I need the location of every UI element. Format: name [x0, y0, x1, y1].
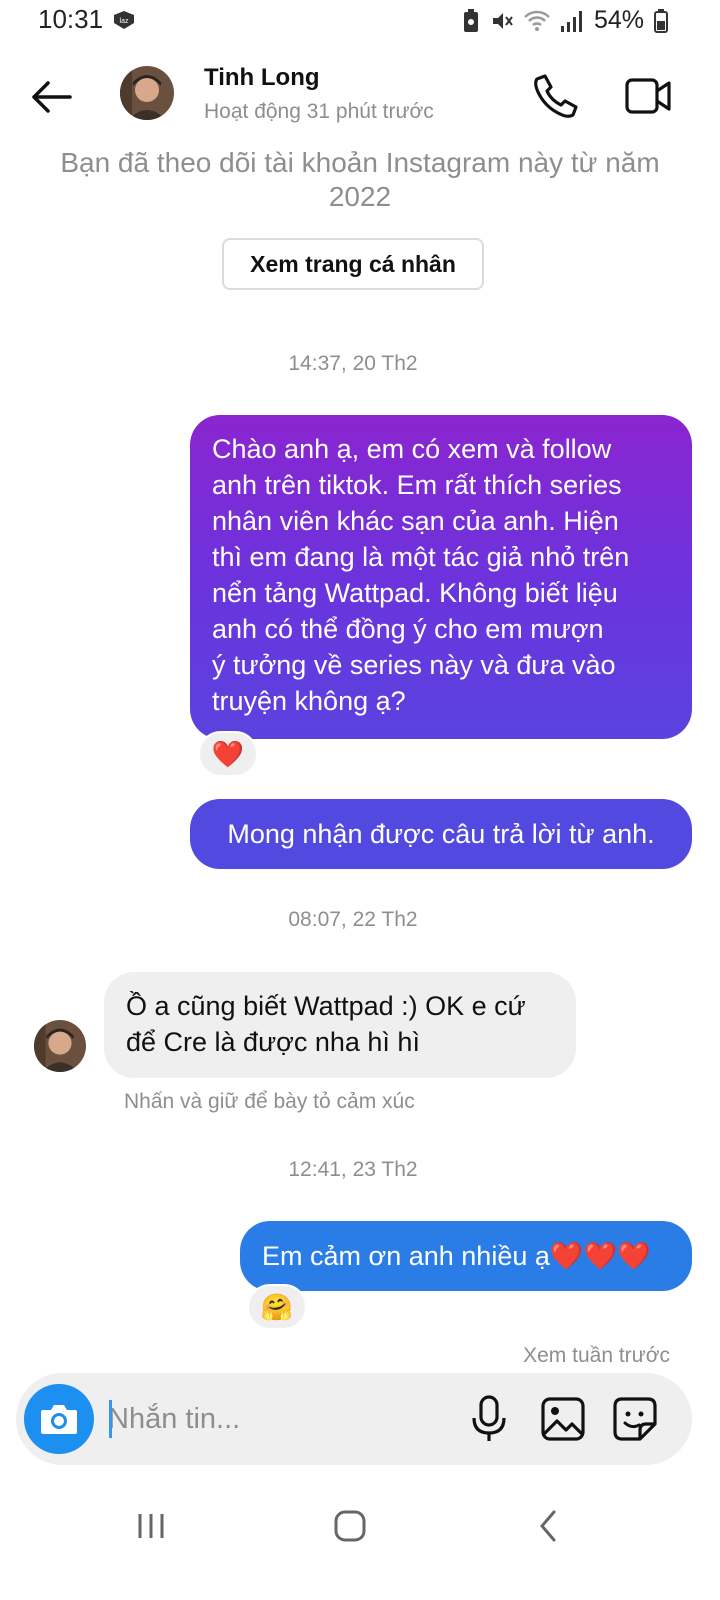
incoming-message[interactable]: Ồ a cũng biết Wattpad :) OK e cứ để Cre …: [104, 972, 576, 1078]
call-button[interactable]: [530, 70, 582, 122]
system-back-button[interactable]: [530, 1506, 570, 1546]
message-line: nển tảng Wattpad. Không biết liệu: [212, 578, 618, 608]
message-line: anh có thể đồng ý cho em mượn: [212, 614, 604, 644]
contact-activity-status: Hoạt động 31 phút trước: [204, 100, 434, 123]
message-line: ý tưởng về series này và đưa vào: [212, 650, 616, 680]
timestamp-2: 08:07, 22 Th2: [288, 908, 418, 931]
sender-avatar[interactable]: [34, 1020, 86, 1072]
outgoing-message-1[interactable]: Chào anh ạ, em có xem và follow anh trên…: [190, 415, 692, 739]
battery-percent: 54%: [593, 6, 644, 34]
video-camera-icon: [625, 78, 671, 114]
message-line: thì em đang là một tác giả nhỏ trên: [212, 542, 630, 572]
contact-name[interactable]: Tinh Long: [204, 64, 320, 92]
message-line: để Cre là được nha hì hì: [126, 1027, 420, 1057]
lazada-notification-icon: laz: [112, 11, 136, 29]
mute-icon: [492, 12, 513, 29]
hug-reaction[interactable]: 🤗: [247, 1284, 307, 1330]
sticker-icon: [613, 1397, 657, 1441]
view-profile-button[interactable]: Xem trang cá nhân: [222, 238, 484, 290]
timestamp-1: 14:37, 20 Th2: [288, 352, 418, 375]
video-call-button[interactable]: [622, 70, 674, 122]
see-previous-week-link[interactable]: Xem tuần trước: [523, 1344, 670, 1368]
heart-reaction[interactable]: ❤️: [198, 731, 258, 777]
status-icons: 54%: [462, 6, 668, 35]
battery-icon: [654, 8, 668, 33]
chevron-left-icon: [540, 1510, 556, 1542]
text-cursor: [109, 1400, 112, 1438]
outgoing-message-3[interactable]: Em cảm ơn anh nhiều ạ❤️❤️❤️: [240, 1221, 692, 1291]
app-icon-text: laz: [120, 18, 129, 25]
recent-apps-icon: [138, 1514, 164, 1538]
voice-message-button[interactable]: [466, 1394, 512, 1444]
microphone-icon: [472, 1395, 506, 1441]
home-button[interactable]: [328, 1506, 372, 1546]
message-line: anh trên tiktok. Em rất thích series: [212, 470, 622, 500]
message-line: Chào anh ạ, em có xem và follow: [212, 434, 612, 464]
camera-icon: [41, 1405, 77, 1434]
message-line: truyện không ạ?: [212, 686, 406, 716]
contact-avatar[interactable]: [120, 66, 174, 120]
message-input[interactable]: [108, 1396, 448, 1442]
phone-icon: [534, 74, 578, 118]
follow-note-line2: 2022: [328, 181, 392, 212]
battery-saver-icon: [463, 8, 478, 32]
timestamp-3: 12:41, 23 Th2: [288, 1158, 418, 1181]
camera-button[interactable]: [24, 1384, 94, 1454]
message-line: Ồ a cũng biết Wattpad :) OK e cứ: [126, 991, 526, 1021]
image-icon: [541, 1397, 585, 1441]
follow-since-note: Bạn đã theo dõi tài khoản Instagram này …: [30, 146, 690, 214]
outgoing-message-2[interactable]: Mong nhận được câu trả lời từ anh.: [190, 799, 692, 869]
signal-icon: [560, 10, 582, 32]
home-icon: [334, 1510, 366, 1542]
follow-note-line1: Bạn đã theo dõi tài khoản Instagram này …: [60, 147, 660, 178]
back-button[interactable]: [28, 72, 78, 122]
arrow-left-icon: [32, 81, 72, 113]
reaction-hint: Nhấn và giữ để bày tỏ cảm xúc: [124, 1090, 415, 1113]
gallery-button[interactable]: [538, 1394, 588, 1444]
wifi-icon: [524, 10, 550, 31]
status-time: 10:31: [38, 4, 104, 34]
sticker-button[interactable]: [610, 1394, 660, 1444]
recent-apps-button[interactable]: [128, 1506, 174, 1546]
message-line: nhân viên khác sạn của anh. Hiện: [212, 506, 619, 536]
